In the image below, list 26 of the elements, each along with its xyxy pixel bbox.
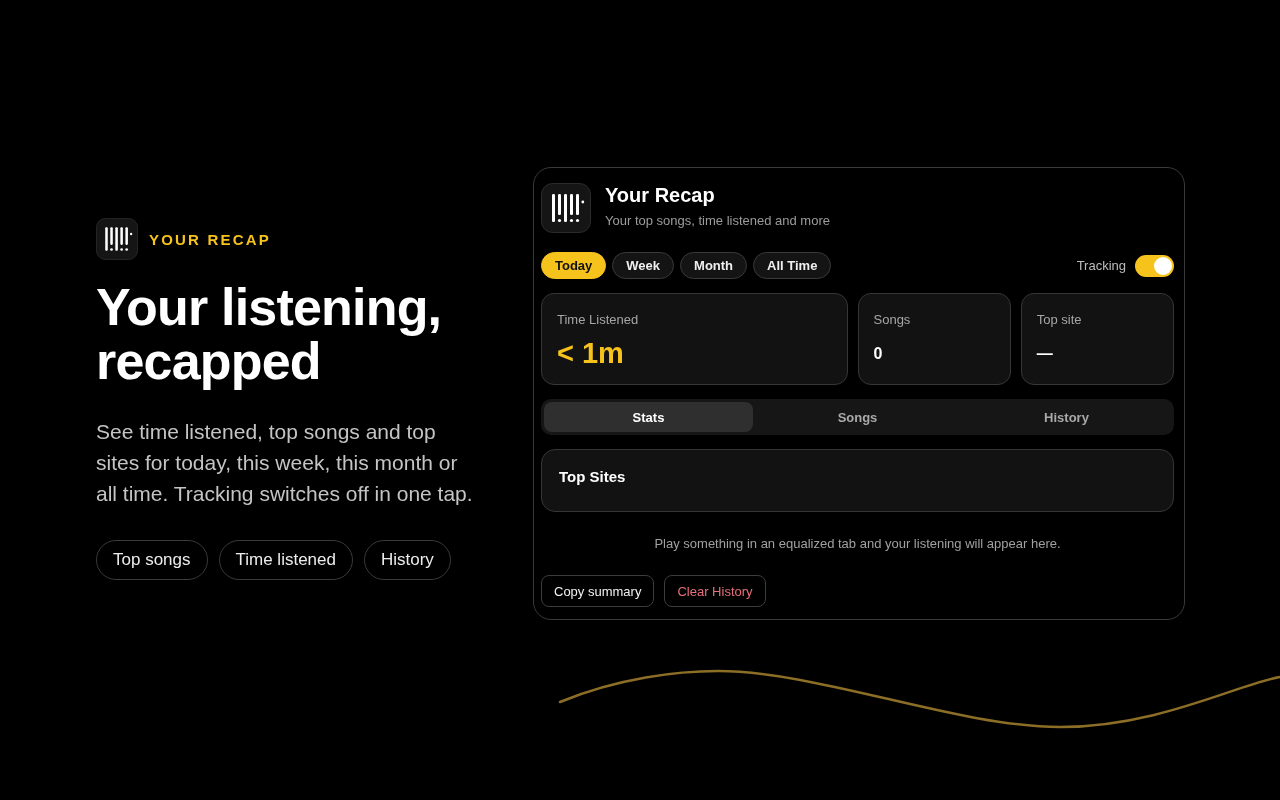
panel-subtitle: Your top songs, time listened and more [605,213,830,228]
stat-value: < 1m [557,336,624,370]
clear-button[interactable]: Clear History [664,575,766,607]
period-tab[interactable]: Week [612,252,675,279]
stat-value: 0 [873,344,883,364]
hero-headline: Your listening, recapped [96,280,443,388]
period-tab[interactable]: Month [680,252,748,279]
view-tab[interactable]: History [962,402,1171,432]
period-tab[interactable]: All Time [753,252,832,279]
app-logo-icon [541,183,591,233]
tracking-label: Tracking [1076,258,1126,273]
stat-label: Songs [873,312,912,327]
copy-button[interactable]: Copy summary [541,575,655,607]
stat-label: Time Listened [557,312,640,327]
view-tab[interactable]: Songs [753,402,962,432]
stat-label: Top site [1036,312,1083,327]
stat-value: — [1036,344,1053,364]
panel-title: Your Recap [605,184,716,207]
app-logo-icon [96,218,138,260]
section-title: Top Sites [559,468,626,485]
empty-message: Play something in an equalized tab and your listening will appear here. [654,536,1061,552]
period-tab[interactable]: Today [541,252,607,279]
hero-description: See time listened, top songs and top sites for today, this week, this month or all time. Tracking switches off in one tap. [96,419,474,507]
tracking-toggle[interactable] [1135,254,1174,277]
eyebrow-label: YOUR RECAP [149,230,271,248]
view-tab[interactable]: Stats [544,402,753,432]
